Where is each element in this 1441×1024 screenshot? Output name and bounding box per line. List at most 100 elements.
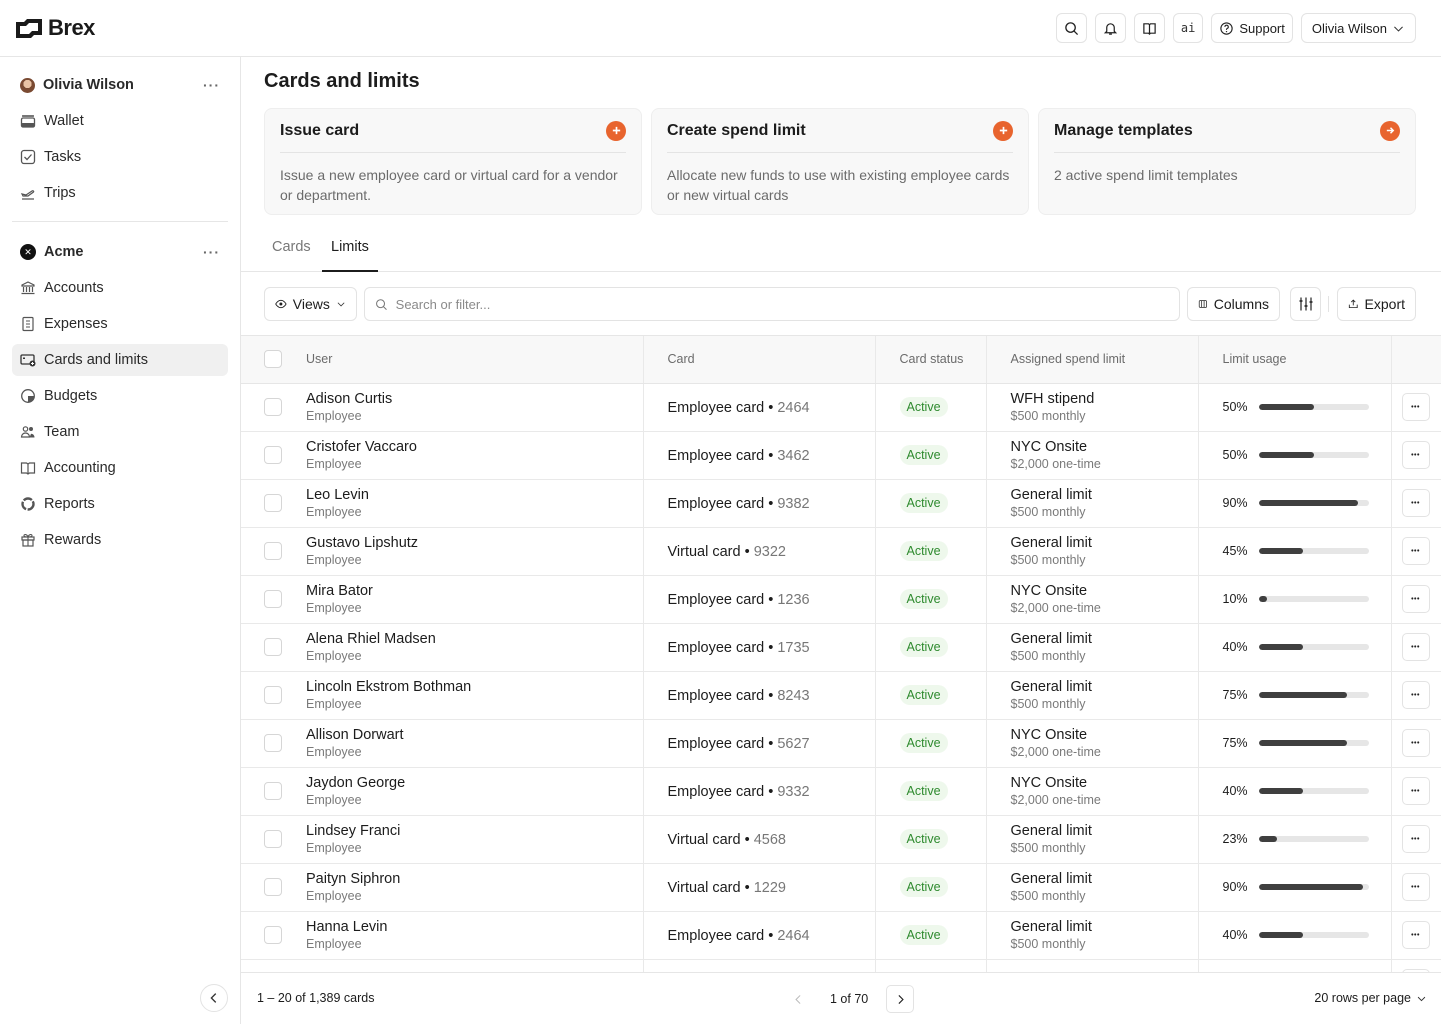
row-more-button[interactable]: ••• (1401, 633, 1430, 661)
column-header-card[interactable]: Card (643, 336, 876, 384)
sidebar-org[interactable]: ✕ Acme ··· (12, 236, 228, 268)
row-more-button[interactable]: ••• (1401, 585, 1430, 613)
sidebar-item-accounting[interactable]: Accounting (12, 452, 228, 484)
rows-per-page-select[interactable]: 20 rows per page (1314, 991, 1427, 1005)
row-more-button[interactable]: ••• (1401, 489, 1430, 517)
spend-limit-name[interactable]: General limit (1011, 486, 1198, 504)
row-checkbox[interactable] (264, 398, 282, 416)
table-row[interactable]: Gustavo Lipshutz Employee Virtual card •… (241, 527, 1441, 576)
row-more-button[interactable]: ••• (1401, 777, 1430, 805)
spend-limit-name[interactable]: General limit (1011, 534, 1198, 552)
sidebar-item-reports[interactable]: Reports (12, 488, 228, 520)
sidebar-item-tasks[interactable]: Tasks (12, 141, 228, 173)
spend-limit-name[interactable]: General limit (1011, 918, 1198, 936)
sidebar-item-wallet[interactable]: Wallet (12, 105, 228, 137)
sidebar-item-rewards[interactable]: Rewards (12, 524, 228, 556)
spend-limit-name[interactable]: General limit (1011, 630, 1198, 648)
search-field[interactable] (364, 287, 1180, 321)
sidebar-item-cards-and-limits[interactable]: Cards and limits (12, 344, 228, 376)
export-button[interactable]: Export (1337, 287, 1416, 321)
collapse-sidebar-button[interactable] (200, 984, 228, 1012)
table-row[interactable]: Lincoln Ekstrom Bothman Employee Employe… (241, 671, 1441, 720)
table-row[interactable]: Adison Curtis Employee Employee card • 2… (241, 383, 1441, 432)
row-more-button[interactable]: ••• (1401, 873, 1430, 901)
column-header-card-status[interactable]: Card status (875, 336, 987, 384)
row-checkbox[interactable] (264, 494, 282, 512)
table-row[interactable]: General limit ••• (241, 959, 1441, 972)
sidebar-item-accounts[interactable]: Accounts (12, 272, 228, 304)
row-checkbox[interactable] (264, 590, 282, 608)
column-header-limit-usage[interactable]: Limit usage (1198, 336, 1392, 384)
issue-card-action[interactable]: Issue card Issue a new employee card or … (264, 108, 642, 215)
row-more-button[interactable]: ••• (1401, 825, 1430, 853)
plus-icon[interactable] (606, 120, 626, 141)
spend-limit-name[interactable]: WFH stipend (1011, 390, 1198, 408)
card-type: Employee card (667, 399, 765, 416)
row-checkbox[interactable] (264, 782, 282, 800)
arrow-right-icon[interactable] (1380, 120, 1400, 141)
columns-button[interactable]: Columns (1187, 287, 1280, 321)
row-checkbox[interactable] (264, 734, 282, 752)
row-checkbox[interactable] (264, 926, 282, 944)
brex-logo[interactable]: Brex (16, 15, 95, 41)
next-page-button[interactable] (886, 985, 915, 1013)
row-more-button[interactable]: ••• (1401, 537, 1430, 565)
plus-icon[interactable] (993, 120, 1013, 141)
column-header-user[interactable]: User (306, 336, 644, 384)
spend-limit-name[interactable]: NYC Onsite (1011, 726, 1198, 744)
table-row[interactable]: Leo Levin Employee Employee card • 9382 … (241, 479, 1441, 528)
user-more-icon[interactable]: ··· (203, 77, 220, 93)
notifications-button[interactable] (1094, 13, 1126, 43)
tab-limits[interactable]: Limits (322, 239, 378, 272)
sidebar-item-team[interactable]: Team (12, 416, 228, 448)
row-checkbox[interactable] (264, 878, 282, 896)
search-input[interactable] (395, 296, 1169, 312)
row-more-button[interactable]: ••• (1401, 441, 1430, 469)
table-row[interactable]: Alena Rhiel Madsen Employee Employee car… (241, 623, 1441, 672)
spend-limit-name[interactable]: General limit (1011, 822, 1198, 840)
table-row[interactable]: Allison Dorwart Employee Employee card •… (241, 719, 1441, 768)
table-row[interactable]: Hanna Levin Employee Employee card • 246… (241, 911, 1441, 960)
views-dropdown[interactable]: Views (264, 287, 357, 321)
table-row[interactable]: Mira Bator Employee Employee card • 1236… (241, 575, 1441, 624)
previous-page-button[interactable] (784, 985, 812, 1013)
limits-table: User Card Card status Assigned spend lim… (241, 335, 1441, 972)
table-row[interactable]: Cristofer Vaccaro Employee Employee card… (241, 431, 1441, 480)
docs-button[interactable] (1133, 13, 1165, 43)
row-checkbox[interactable] (264, 830, 282, 848)
table-row[interactable]: Jaydon George Employee Employee card • 9… (241, 767, 1441, 816)
spend-limit-name[interactable]: NYC Onsite (1011, 774, 1198, 792)
support-button[interactable]: Support (1211, 13, 1293, 43)
sidebar-item-trips[interactable]: Trips (12, 177, 228, 209)
sidebar-user[interactable]: Olivia Wilson ··· (12, 69, 228, 101)
manage-templates-action[interactable]: Manage templates 2 active spend limit te… (1038, 108, 1416, 215)
row-checkbox[interactable] (264, 446, 282, 464)
table-row[interactable]: Lindsey Franci Employee Virtual card • 4… (241, 815, 1441, 864)
row-checkbox[interactable] (264, 686, 282, 704)
tab-cards[interactable]: Cards (272, 239, 311, 272)
row-actions-cell: ••• (1391, 719, 1441, 768)
select-all-checkbox[interactable] (264, 350, 282, 369)
row-more-button[interactable]: ••• (1401, 921, 1430, 949)
card-type: Employee card (667, 639, 765, 656)
row-checkbox[interactable] (264, 638, 282, 656)
spend-limit-name[interactable]: General limit (1011, 870, 1198, 888)
search-button[interactable] (1055, 13, 1087, 43)
spend-limit-name[interactable]: NYC Onsite (1011, 582, 1198, 600)
spend-limit-amount: $2,000 one-time (1010, 457, 1101, 471)
sidebar-item-budgets[interactable]: Budgets (12, 380, 228, 412)
sidebar-item-expenses[interactable]: Expenses (12, 308, 228, 340)
row-more-button[interactable]: ••• (1401, 393, 1430, 421)
row-more-button[interactable]: ••• (1401, 729, 1430, 757)
user-menu-button[interactable]: Olivia Wilson (1300, 13, 1416, 43)
spend-limit-name[interactable]: General limit (1011, 678, 1198, 696)
row-more-button[interactable]: ••• (1401, 681, 1430, 709)
org-more-icon[interactable]: ··· (203, 244, 220, 260)
filter-settings-button[interactable] (1290, 287, 1321, 321)
column-header-spend-limit[interactable]: Assigned spend limit (986, 336, 1199, 384)
create-spend-limit-action[interactable]: Create spend limit Allocate new funds to… (651, 108, 1029, 215)
ai-assistant-button[interactable]: ai (1172, 13, 1204, 43)
row-checkbox[interactable] (264, 542, 282, 560)
spend-limit-name[interactable]: NYC Onsite (1011, 438, 1198, 456)
table-row[interactable]: Paityn Siphron Employee Virtual card • 1… (241, 863, 1441, 912)
